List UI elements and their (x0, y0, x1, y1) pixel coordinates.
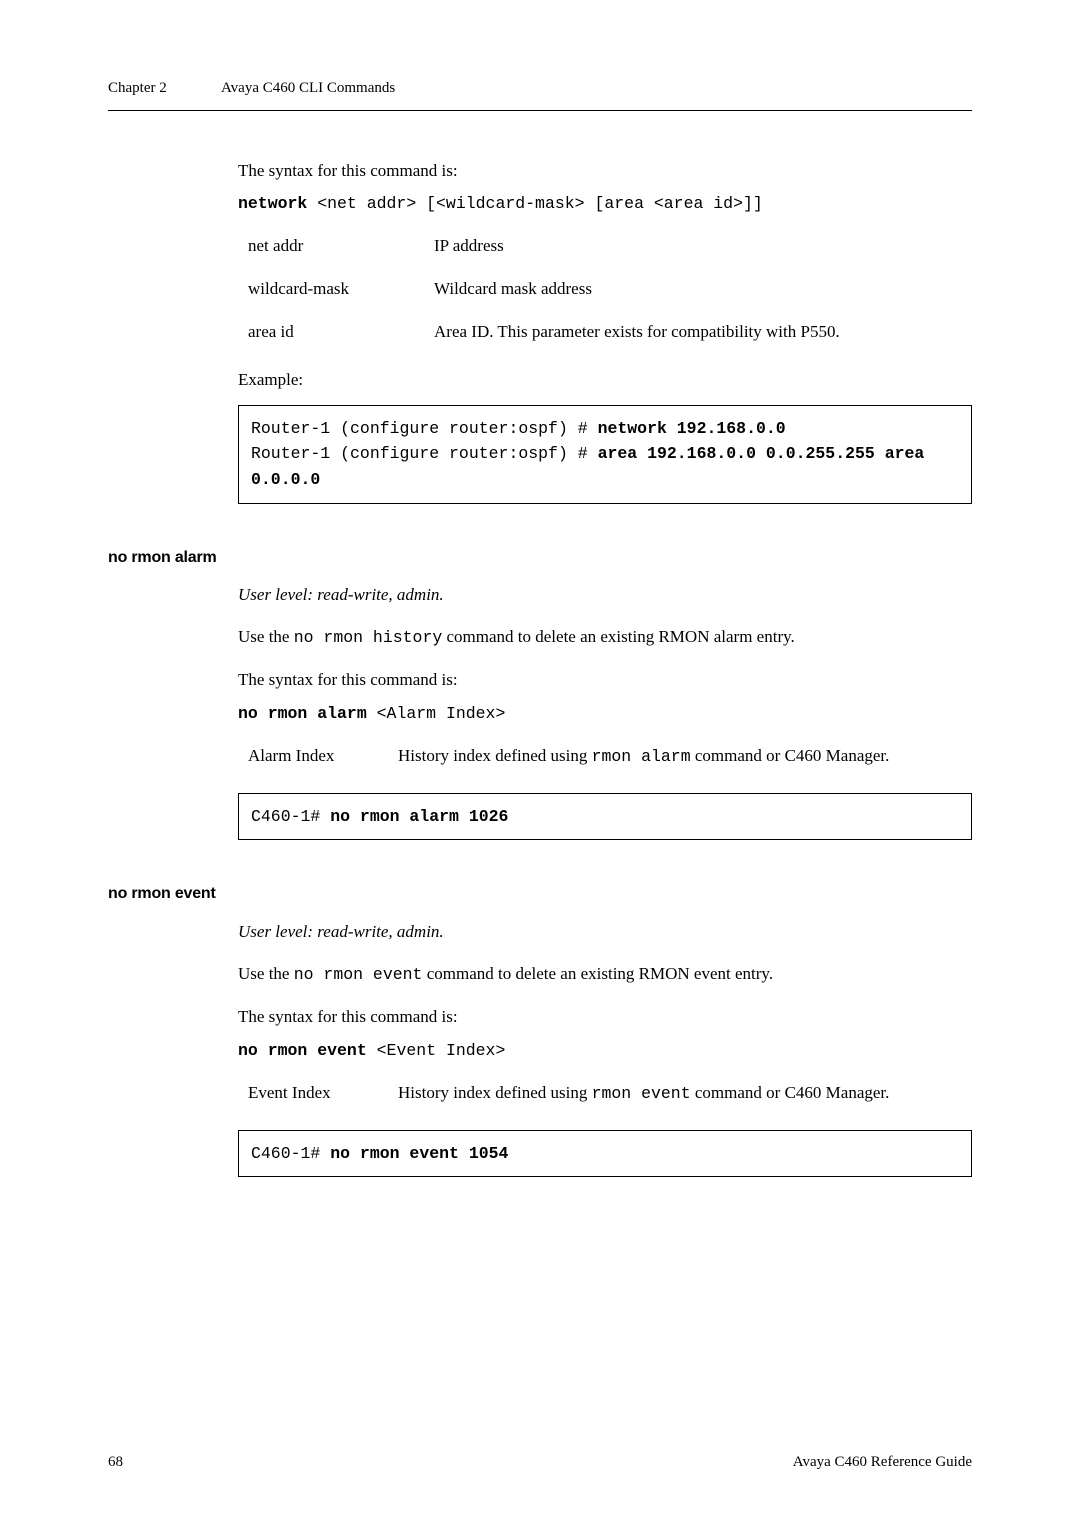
code-prompt: Router-1 (configure router:ospf) # (251, 444, 598, 463)
param-table: Event Index History index defined using … (248, 1081, 972, 1106)
chapter-title: Avaya C460 CLI Commands (221, 80, 395, 96)
param-term: net addr (248, 234, 434, 259)
desc-code: no rmon history (294, 628, 443, 647)
syntax-args: <net addr> [<wildcard-mask> [area <area … (307, 194, 762, 213)
syntax-intro: The syntax for this command is: (238, 1005, 972, 1030)
code-prompt: C460-1# (251, 807, 330, 826)
desc-text: command to delete an existing RMON event… (422, 964, 773, 983)
code-command: network 192.168.0.0 (598, 419, 786, 438)
desc-text: command to delete an existing RMON alarm… (442, 627, 795, 646)
user-level: User level: read-write, admin. (238, 920, 972, 945)
description: Use the no rmon event command to delete … (238, 962, 972, 987)
example-code-box: C460-1# no rmon alarm 1026 (238, 793, 972, 841)
example-code-box: C460-1# no rmon event 1054 (238, 1130, 972, 1178)
page-number: 68 (108, 1452, 123, 1474)
description: Use the no rmon history command to delet… (238, 625, 972, 650)
param-def-text: command or C460 Manager. (691, 1083, 890, 1102)
syntax-keyword: no rmon event (238, 1041, 367, 1060)
param-table: Alarm Index History index defined using … (248, 744, 972, 769)
example-code-box: Router-1 (configure router:ospf) # netwo… (238, 405, 972, 504)
param-term: Event Index (248, 1081, 398, 1106)
syntax-args: <Alarm Index> (367, 704, 506, 723)
param-def-code: rmon alarm (592, 747, 691, 766)
user-level: User level: read-write, admin. (238, 583, 972, 608)
event-block: User level: read-write, admin. Use the n… (238, 920, 972, 1178)
param-row: Alarm Index History index defined using … (248, 744, 972, 769)
param-term: wildcard-mask (248, 277, 434, 302)
chapter-label: Chapter 2 (108, 78, 218, 100)
code-command: no rmon event 1054 (330, 1144, 508, 1163)
syntax-args: <Event Index> (367, 1041, 506, 1060)
param-row: area id Area ID. This parameter exists f… (248, 320, 972, 345)
section-heading-event: no rmon event (108, 882, 972, 905)
param-row: net addr IP address (248, 234, 972, 259)
syntax-line: network <net addr> [<wildcard-mask> [are… (238, 191, 972, 216)
syntax-keyword: no rmon alarm (238, 704, 367, 723)
param-def-code: rmon event (592, 1084, 691, 1103)
desc-code: no rmon event (294, 965, 423, 984)
running-head: Chapter 2 Avaya C460 CLI Commands (108, 78, 972, 111)
param-def: IP address (434, 234, 972, 259)
alarm-block: User level: read-write, admin. Use the n… (238, 583, 972, 841)
syntax-intro: The syntax for this command is: (238, 668, 972, 693)
param-term: Alarm Index (248, 744, 398, 769)
param-term: area id (248, 320, 434, 345)
doc-title: Avaya C460 Reference Guide (793, 1452, 972, 1474)
syntax-intro: The syntax for this command is: (238, 159, 972, 184)
section-heading-alarm: no rmon alarm (108, 546, 972, 569)
param-row: wildcard-mask Wildcard mask address (248, 277, 972, 302)
syntax-keyword: network (238, 194, 307, 213)
param-def-text: History index defined using (398, 1083, 592, 1102)
code-command: no rmon alarm 1026 (330, 807, 508, 826)
desc-text: Use the (238, 964, 294, 983)
code-prompt: Router-1 (configure router:ospf) # (251, 419, 598, 438)
network-command-block: The syntax for this command is: network … (238, 159, 972, 504)
param-def: Area ID. This parameter exists for compa… (434, 320, 972, 345)
example-label: Example: (238, 368, 972, 393)
param-table: net addr IP address wildcard-mask Wildca… (248, 234, 972, 344)
page-body: Chapter 2 Avaya C460 CLI Commands The sy… (0, 0, 1080, 1177)
param-def-text: History index defined using (398, 746, 592, 765)
syntax-line: no rmon event <Event Index> (238, 1038, 972, 1063)
param-def: History index defined using rmon alarm c… (398, 744, 972, 769)
param-def: History index defined using rmon event c… (398, 1081, 972, 1106)
desc-text: Use the (238, 627, 294, 646)
code-prompt: C460-1# (251, 1144, 330, 1163)
param-row: Event Index History index defined using … (248, 1081, 972, 1106)
syntax-line: no rmon alarm <Alarm Index> (238, 701, 972, 726)
param-def-text: command or C460 Manager. (691, 746, 890, 765)
param-def: Wildcard mask address (434, 277, 972, 302)
page-footer: 68 Avaya C460 Reference Guide (0, 1452, 1080, 1474)
